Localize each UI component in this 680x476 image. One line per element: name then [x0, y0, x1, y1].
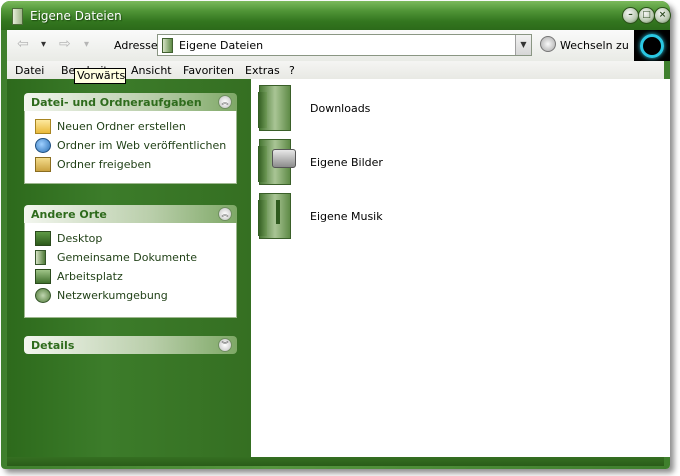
folder-my-pictures[interactable]: Eigene Bilder	[258, 139, 383, 185]
folder-icon	[162, 38, 173, 53]
computer-icon	[35, 269, 51, 284]
close-button[interactable]: ×	[654, 7, 671, 24]
forward-arrow-icon[interactable]: ⇨	[59, 36, 71, 52]
folder-label: Eigene Bilder	[310, 156, 383, 169]
forward-dropdown-icon[interactable]: ▾	[84, 39, 89, 50]
task-label: Ordner im Web veröffentlichen	[57, 139, 227, 152]
chevron-down-icon: ▼	[520, 40, 527, 49]
places-group-title: Andere Orte	[31, 208, 107, 221]
go-icon[interactable]	[540, 36, 556, 52]
folder-icon	[258, 85, 291, 131]
pictures-folder-icon	[258, 139, 296, 185]
places-group: Andere Orte ︽ Desktop Gemeinsame Dokumen…	[24, 205, 237, 318]
folder-icon	[12, 8, 23, 25]
share-folder-icon	[35, 157, 51, 172]
task-label: Neuen Ordner erstellen	[57, 120, 186, 133]
details-group-header[interactable]: Details ︾	[24, 336, 237, 354]
folder-my-music[interactable]: Eigene Musik	[258, 193, 383, 239]
window-title: Eigene Dateien	[30, 9, 122, 23]
tasks-group: Datei- und Ordneraufgaben ︽ Neuen Ordner…	[24, 93, 237, 184]
minimize-icon: –	[628, 10, 633, 20]
tasks-group-header[interactable]: Datei- und Ordneraufgaben ︽	[24, 93, 237, 111]
window-bottom-border	[7, 457, 664, 466]
places-group-header[interactable]: Andere Orte ︽	[24, 205, 237, 223]
menu-extras[interactable]: Extras	[245, 64, 280, 77]
details-group: Details ︾	[24, 336, 237, 354]
explorer-window: Eigene Dateien – □ × ⇦ ▾ ⇨ ▾ Adresse Eig…	[1, 1, 671, 469]
place-label: Arbeitsplatz	[57, 270, 123, 283]
toolbar: ⇦ ▾ ⇨ ▾ Adresse Eigene Dateien ▼ Wechsel…	[7, 30, 634, 61]
task-label: Ordner freigeben	[57, 158, 152, 171]
music-folder-icon	[258, 193, 291, 239]
collapse-icon[interactable]: ︽	[218, 207, 232, 221]
menu-help[interactable]: ?	[289, 64, 295, 77]
place-label: Netzwerkumgebung	[57, 289, 168, 302]
network-icon	[35, 288, 51, 303]
menu-ansicht[interactable]: Ansicht	[131, 64, 172, 77]
folder-icon	[35, 250, 46, 265]
maximize-icon: □	[642, 10, 651, 20]
minimize-button[interactable]: –	[622, 7, 639, 24]
back-arrow-icon[interactable]: ⇦	[17, 36, 29, 52]
task-pane: Datei- und Ordneraufgaben ︽ Neuen Ordner…	[7, 79, 251, 457]
address-dropdown-button[interactable]: ▼	[515, 35, 531, 55]
place-label: Desktop	[57, 232, 103, 245]
globe-icon	[35, 138, 51, 153]
ring-logo-icon	[640, 34, 664, 58]
maximize-button[interactable]: □	[638, 7, 655, 24]
back-dropdown-icon[interactable]: ▾	[41, 39, 46, 50]
desktop-icon	[35, 231, 51, 246]
title-bar[interactable]: Eigene Dateien – □ ×	[1, 1, 671, 30]
camera-icon	[272, 149, 296, 168]
close-icon: ×	[658, 10, 667, 20]
file-list: Downloads Eigene Bilder Eigene Musik	[251, 79, 670, 457]
folder-downloads[interactable]: Downloads	[258, 85, 370, 131]
tasks-group-body: Neuen Ordner erstellen Ordner im Web ver…	[24, 111, 237, 184]
place-label: Gemeinsame Dokumente	[57, 251, 197, 264]
tasks-group-title: Datei- und Ordneraufgaben	[31, 96, 202, 109]
collapse-icon[interactable]: ︽	[218, 95, 232, 109]
details-group-title: Details	[31, 339, 75, 352]
address-field[interactable]: Eigene Dateien ▼	[157, 34, 532, 56]
folder-label: Downloads	[310, 102, 371, 115]
go-button[interactable]: Wechseln zu	[560, 39, 629, 52]
address-value: Eigene Dateien	[179, 39, 264, 52]
menu-favoriten[interactable]: Favoriten	[183, 64, 234, 77]
places-group-body: Desktop Gemeinsame Dokumente Arbeitsplat…	[24, 223, 237, 318]
tooltip: Vorwärts	[74, 68, 126, 84]
folder-label: Eigene Musik	[310, 210, 383, 223]
address-label: Adresse	[114, 39, 158, 52]
windows-logo	[634, 30, 670, 61]
menu-datei[interactable]: Datei	[15, 64, 44, 77]
expand-icon[interactable]: ︾	[218, 338, 232, 352]
new-folder-icon	[35, 119, 51, 134]
music-note-icon	[276, 200, 280, 224]
